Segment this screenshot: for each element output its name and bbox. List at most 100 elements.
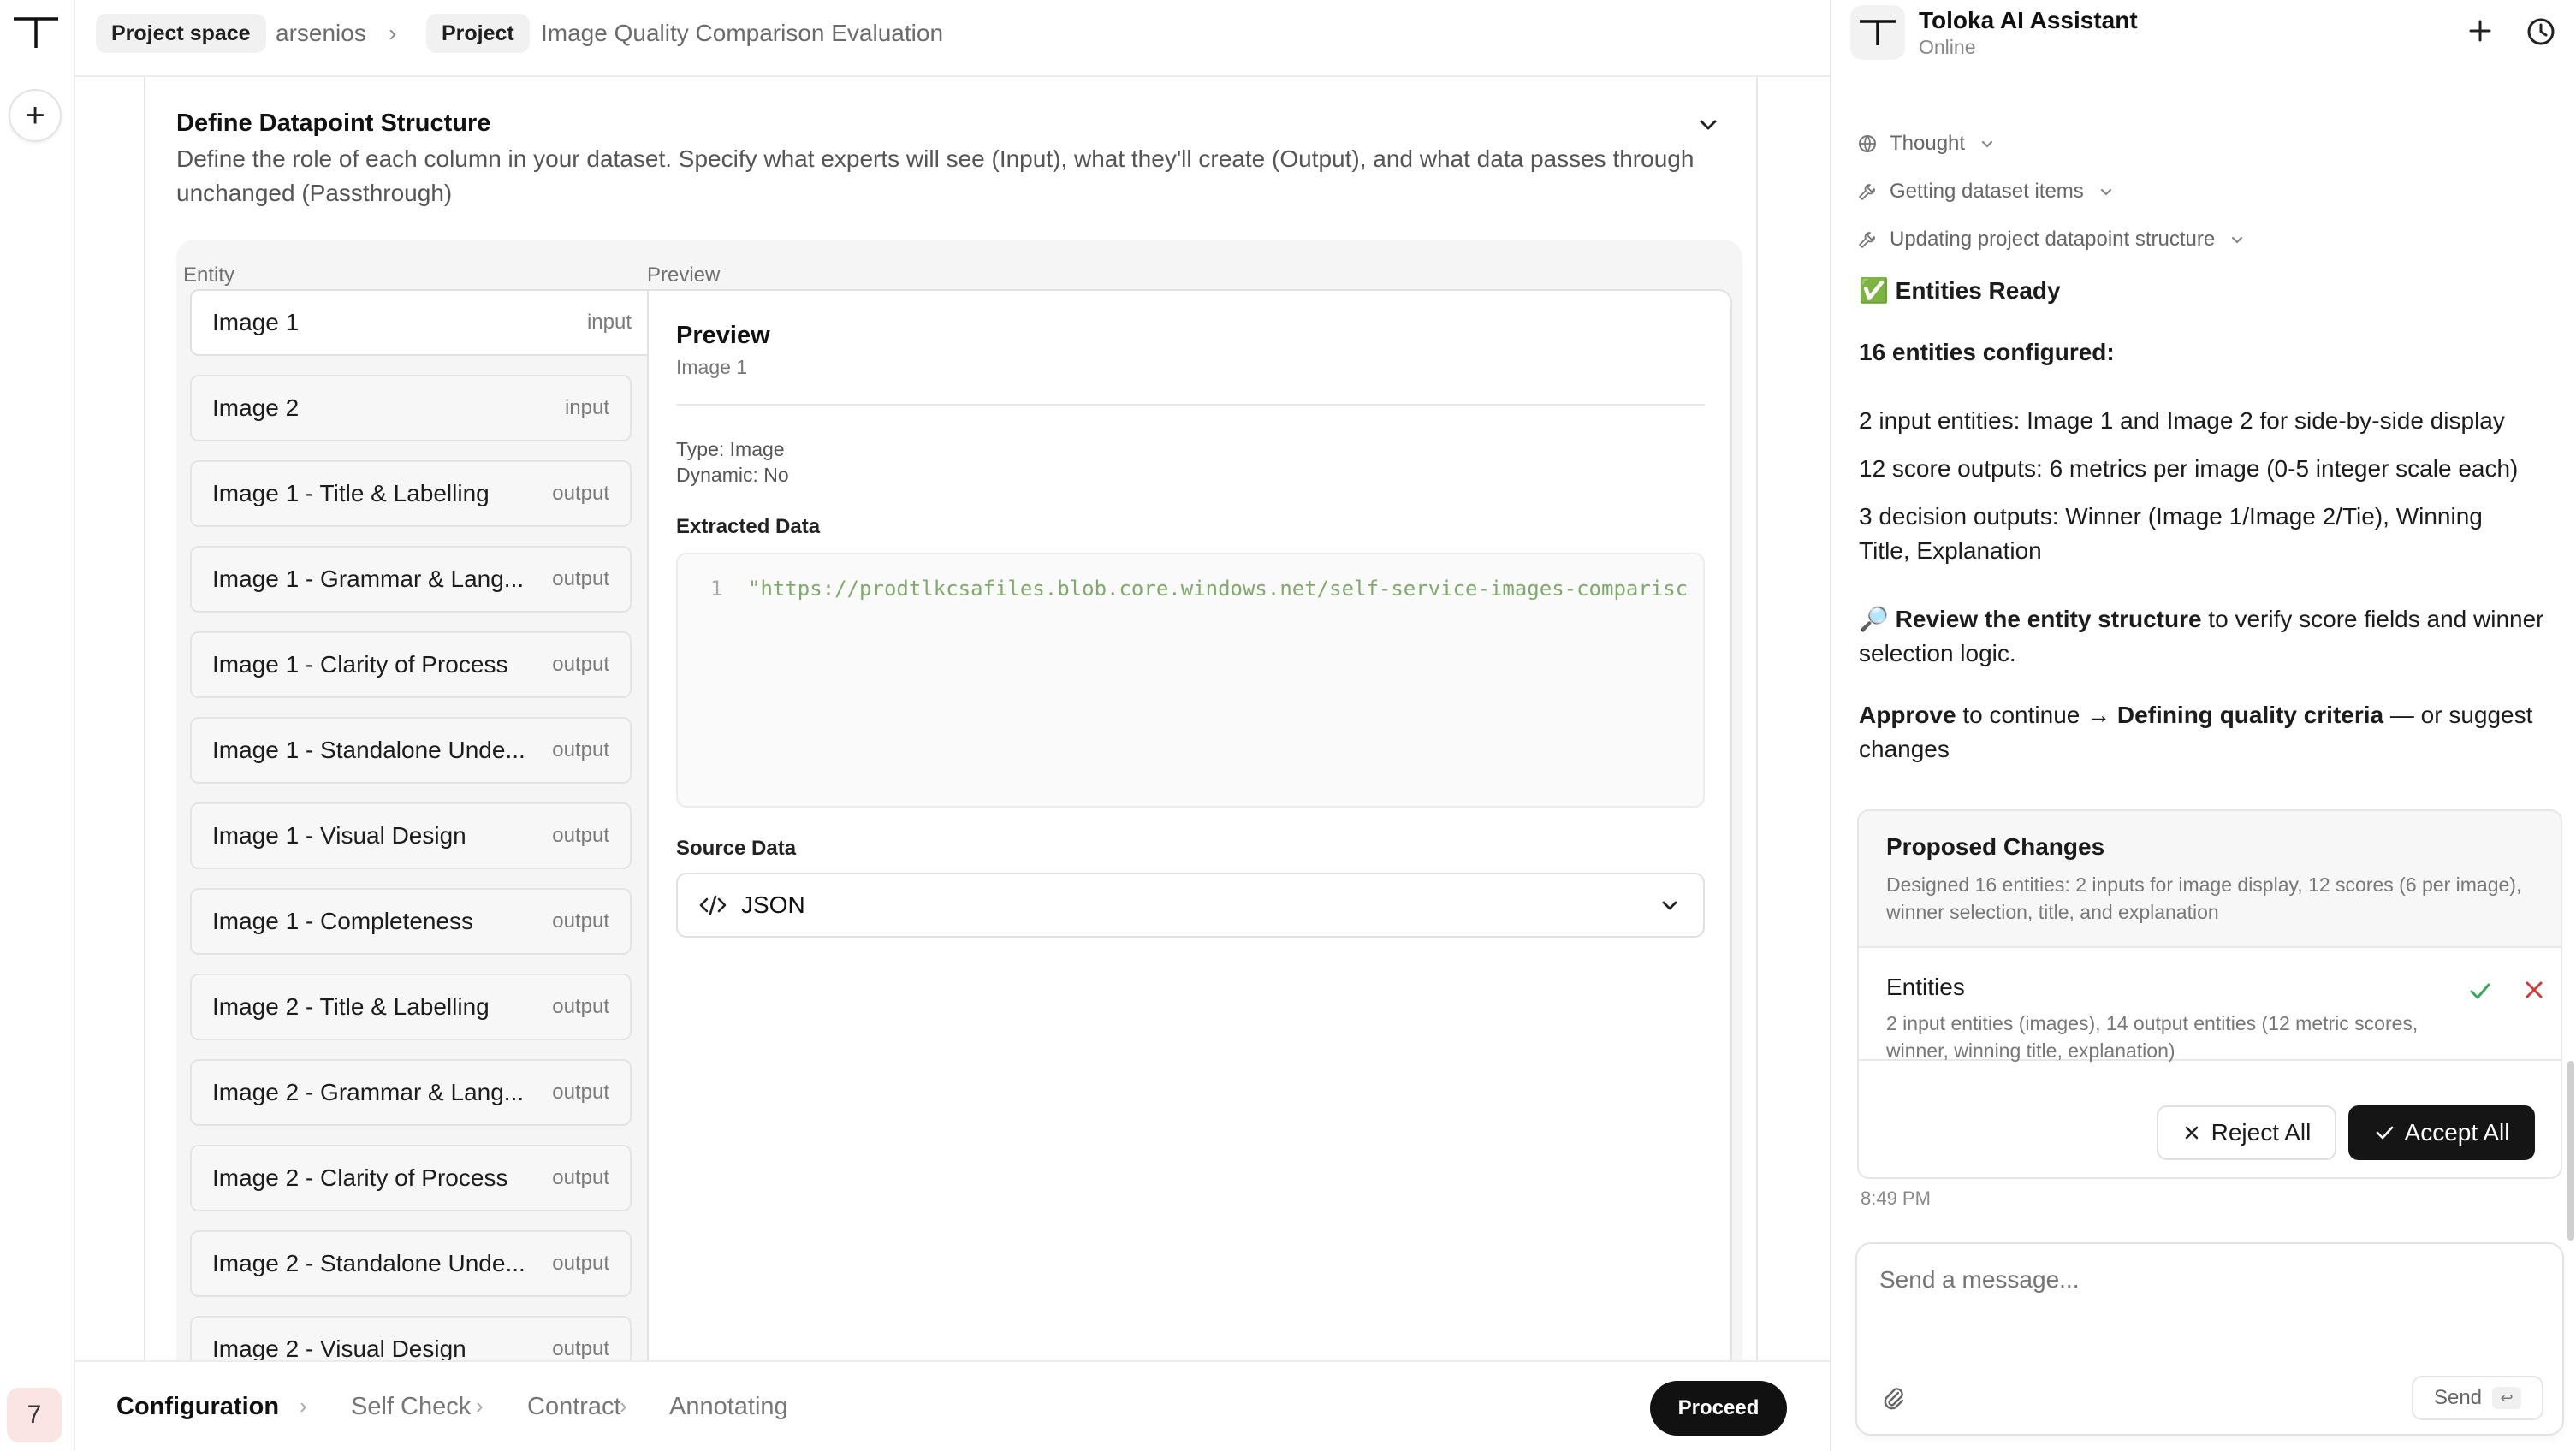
review-bold: Review the entity structure [1895,606,2202,632]
proposed-changes-card: Proposed Changes Designed 16 entities: 2… [1857,809,2562,1179]
message-composer: Send ↩ [1855,1242,2564,1436]
tool-label: Updating project datapoint structure [1890,228,2216,251]
approve-message: Approve to continue → Defining quality c… [1859,698,2561,767]
accept-all-button[interactable]: Accept All [2348,1105,2535,1160]
close-icon[interactable] [2520,975,2549,1004]
entity-role: output [552,1337,609,1360]
close-icon [2185,1126,2198,1140]
entity-role: output [552,567,609,590]
change-item-description: 2 input entities (images), 14 output ent… [1886,1012,2419,1062]
project-chip[interactable]: Project [426,14,530,53]
entity-role: output [552,482,609,505]
entity-role: input [586,311,632,334]
source-data-label: Source Data [676,837,797,860]
approve-mid: to continue → [1956,702,2117,728]
entity-name: Image 2 - Standalone Unde... [212,1250,525,1276]
source-data-value: JSON [741,891,805,918]
entity-row[interactable]: Image 2 - Standalone Unde... output [190,1230,632,1297]
entity-row[interactable]: Image 1 - Visual Design output [190,802,632,869]
entity-row[interactable]: Image 1 - Standalone Unde... output [190,717,632,784]
tool-label: Getting dataset items [1890,180,2084,203]
section-description: Define the role of each column in your d… [176,145,1695,206]
history-icon[interactable] [2525,15,2557,48]
tool-thought[interactable]: Thought [1857,132,1997,156]
reject-all-label: Reject All [2211,1119,2312,1146]
entity-role: output [552,995,609,1018]
step-configuration[interactable]: Configuration [116,1393,279,1421]
proposed-changes-description: Designed 16 entities: 2 inputs for image… [1886,874,2522,923]
message-timestamp: 8:49 PM [1861,1187,1931,1209]
entity-role: output [552,653,609,676]
breadcrumb-separator: › [389,20,397,46]
step-self-check[interactable]: Self Check [351,1393,471,1421]
entity-name: Image 2 [212,394,300,421]
new-chat-icon[interactable] [2465,15,2496,46]
toloka-logo-icon[interactable] [12,15,60,50]
check-icon [2376,1126,2393,1140]
entity-row[interactable]: Image 2 - Title & Labelling output [190,974,632,1040]
entity-row[interactable]: Image 1 - Completeness output [190,888,632,955]
accept-all-label: Accept All [2404,1119,2510,1146]
scrollbar[interactable] [2567,1061,2574,1241]
extracted-data-code[interactable]: 1 "https://prodtlkcsafiles.blob.core.win… [676,553,1705,808]
step-annotating[interactable]: Annotating [669,1393,788,1421]
entity-role: output [552,824,609,847]
globe-icon [1859,135,1876,153]
entity-role: output [552,1166,609,1189]
project-space-chip[interactable]: Project space [96,14,266,53]
change-item-entities: Entities 2 input entities (images), 14 o… [1859,950,2561,1062]
chevron-down-icon [2100,188,2111,196]
preview-pane: Preview Image 1 Type: Image Dynamic: No … [647,289,1732,1360]
source-data-select[interactable]: JSON [676,873,1705,938]
divider [676,404,1705,406]
step-separator: › [476,1393,484,1418]
step-contract[interactable]: Contract [527,1393,621,1421]
message-line: 12 score outputs: 6 metrics per image (0… [1859,455,2519,482]
preview-title: Preview [676,322,770,349]
tool-getting-dataset[interactable]: Getting dataset items [1857,180,2116,204]
entity-name: Image 1 - Visual Design [212,822,466,849]
entity-name: Image 1 - Completeness [212,908,474,934]
entity-row[interactable]: Image 1 - Grammar & Lang... output [190,546,632,613]
chevron-down-icon[interactable] [1691,108,1725,142]
entity-name: Image 2 - Visual Design [212,1336,466,1360]
entity-name: Image 2 - Grammar & Lang... [212,1079,525,1105]
entities-count: 16 entities configured: [1859,339,2115,365]
entity-role: output [552,1252,609,1275]
code-line-number: 1 [710,577,723,601]
proposed-changes-header: Proposed Changes Designed 16 entities: 2… [1859,811,2561,948]
preview-type: Type: Image [676,436,785,462]
entity-name: Image 2 - Title & Labelling [212,993,490,1020]
entity-row[interactable]: Image 2 - Grammar & Lang... output [190,1059,632,1126]
entity-row[interactable]: Image 2 input [190,375,632,441]
toloka-logo-icon [1860,20,1896,45]
reject-all-button[interactable]: Reject All [2157,1105,2336,1160]
entity-role: output [552,1081,609,1104]
entity-row[interactable]: Image 2 - Clarity of Process output [190,1145,632,1211]
entity-row[interactable]: Image 1 - Clarity of Process output [190,631,632,698]
step-bar: Configuration › Self Check › Contract › … [75,1360,1830,1451]
proceed-button[interactable]: Proceed [1650,1381,1787,1436]
entity-row[interactable]: Image 1 input [190,289,652,356]
tool-label: Thought [1890,132,1966,155]
left-rail: + 7 [0,0,75,1451]
tool-updating-structure[interactable]: Updating project datapoint structure [1857,228,2247,252]
entity-row[interactable]: Image 2 - Visual Design output [190,1316,632,1360]
message-input[interactable] [1879,1266,2530,1294]
entity-row[interactable]: Image 1 - Title & Labelling output [190,460,632,527]
preview-subtitle: Image 1 [676,356,748,378]
enter-key-icon: ↩ [2492,1387,2522,1409]
paperclip-icon[interactable] [1879,1384,1907,1412]
send-button[interactable]: Send ↩ [2412,1376,2543,1420]
preview-column-header: Preview [647,264,721,287]
new-project-button[interactable]: + [9,89,62,142]
user-avatar[interactable]: 7 [7,1388,62,1442]
entity-role: output [552,738,609,761]
entity-name: Image 1 - Clarity of Process [212,651,508,678]
change-item-title: Entities [1886,974,1965,1000]
entity-column-header: Entity [183,264,235,287]
preview-dynamic: Dynamic: No [676,462,789,488]
entity-name: Image 2 - Clarity of Process [212,1164,508,1191]
project-space-name[interactable]: arsenios [276,20,366,47]
check-icon[interactable] [2465,975,2496,1006]
